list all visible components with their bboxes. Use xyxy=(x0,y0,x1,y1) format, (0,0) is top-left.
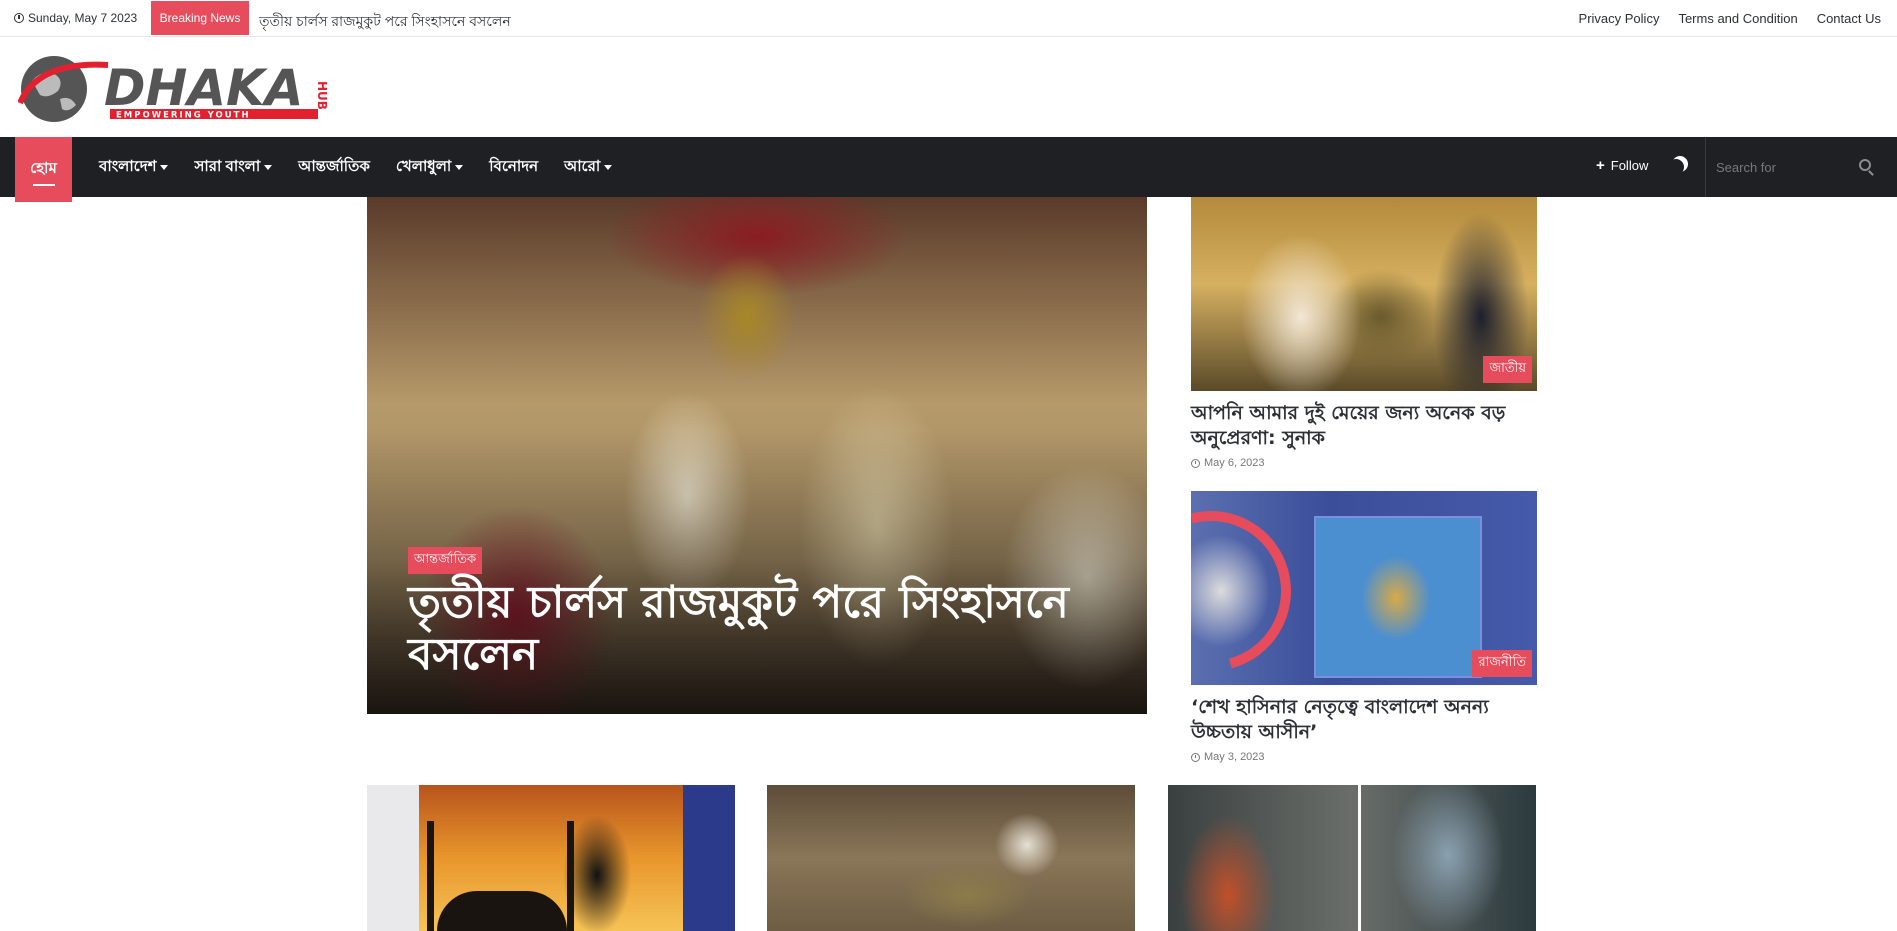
side-article[interactable]: জাতীয় আপনি আমার দুই মেয়ের জন্য অনেক বড… xyxy=(1191,197,1537,469)
category-badge[interactable]: রাজনীতি xyxy=(1472,650,1532,677)
top-links: Privacy Policy Terms and Condition Conta… xyxy=(1579,11,1881,26)
nav-item-label: আন্তর্জাতিক xyxy=(298,157,370,175)
article-date: May 6, 2023 xyxy=(1204,457,1265,469)
contact-us-link[interactable]: Contact Us xyxy=(1817,11,1881,26)
nav-item-home[interactable]: হোম xyxy=(15,137,72,202)
photo-frame xyxy=(1314,516,1482,678)
nav-item-label: সারা বাংলা xyxy=(194,157,261,175)
nav-item-label: খেলাধুলা xyxy=(395,157,452,175)
follow-button[interactable]: + Follow xyxy=(1596,157,1648,174)
hero-category-badge[interactable]: আন্তর্জাতিক xyxy=(408,547,483,574)
chevron-down-icon xyxy=(264,164,273,170)
decorative-arc xyxy=(1191,491,1321,685)
main-navigation: হোম বাংলাদেশ সারা বাংলা আন্তর্জাতিক খেলা… xyxy=(0,137,1897,202)
chevron-down-icon xyxy=(160,164,169,170)
article-image[interactable]: জাতীয় xyxy=(1191,197,1537,391)
terms-link[interactable]: Terms and Condition xyxy=(1678,11,1797,26)
featured-article[interactable]: আন্তর্জাতিক তৃতীয় চার্লস রাজমুকুট পরে স… xyxy=(367,197,1147,714)
mosque-silhouette xyxy=(437,891,567,931)
plus-icon: + xyxy=(1596,157,1605,174)
top-bar: Sunday, May 7 2023 Breaking News তৃতীয় … xyxy=(0,0,1897,37)
side-article[interactable]: রাজনীতি ‘শেখ হাসিনার নেতৃত্বে বাংলাদেশ অ… xyxy=(1191,491,1537,763)
article-headline[interactable]: আপনি আমার দুই মেয়ের জন্য অনেক বড় অনুপ্… xyxy=(1191,401,1537,451)
nav-item-label: বিনোদন xyxy=(489,157,539,175)
image-divider xyxy=(1358,785,1361,931)
hero-title[interactable]: তৃতীয় চার্লস রাজমুকুট পরে সিংহাসনে বসলে… xyxy=(408,577,1108,681)
privacy-policy-link[interactable]: Privacy Policy xyxy=(1579,11,1660,26)
nav-item-sara-bangla[interactable]: সারা বাংলা xyxy=(181,155,285,180)
nav-item-sports[interactable]: খেলাধুলা xyxy=(383,155,476,180)
minaret-silhouette xyxy=(567,821,574,931)
category-badge[interactable]: জাতীয় xyxy=(1483,356,1532,383)
article-date: May 3, 2023 xyxy=(1204,751,1265,763)
nav-item-international[interactable]: আন্তর্জাতিক xyxy=(285,155,383,180)
article-thumbnail[interactable] xyxy=(367,785,735,931)
search-box xyxy=(1705,137,1885,197)
logo-suffix: HUB xyxy=(315,81,329,110)
nav-item-entertainment[interactable]: বিনোদন xyxy=(476,155,551,180)
current-date-text: Sunday, May 7 2023 xyxy=(28,11,138,25)
article-thumbnail[interactable] xyxy=(1168,785,1536,931)
clock-icon xyxy=(14,13,24,23)
clock-icon xyxy=(1191,752,1200,762)
article-meta: May 3, 2023 xyxy=(1191,751,1537,763)
breaking-news-ticker[interactable]: তৃতীয় চার্লস রাজমুকুট পরে সিংহাসনে বসলে… xyxy=(259,10,511,34)
article-thumbnail[interactable] xyxy=(767,785,1135,931)
minaret-silhouette xyxy=(427,821,434,931)
current-date: Sunday, May 7 2023 xyxy=(14,11,137,25)
nav-menu: বাংলাদেশ সারা বাংলা আন্তর্জাতিক খেলাধুলা… xyxy=(86,137,625,197)
article-headline[interactable]: ‘শেখ হাসিনার নেতৃত্বে বাংলাদেশ অনন্য উচ্… xyxy=(1191,695,1537,745)
logo-tagline: EMPOWERING YOUTH xyxy=(116,111,251,121)
dark-mode-toggle-icon[interactable] xyxy=(1672,156,1688,172)
article-image[interactable]: রাজনীতি xyxy=(1191,491,1537,685)
search-input[interactable] xyxy=(1716,155,1856,179)
chevron-down-icon xyxy=(604,164,613,170)
chevron-down-icon xyxy=(455,164,464,170)
follow-label: Follow xyxy=(1610,158,1649,173)
nav-item-label: বাংলাদেশ xyxy=(99,157,157,175)
active-underline xyxy=(33,184,55,186)
nav-item-more[interactable]: আরো xyxy=(551,155,625,180)
article-meta: May 6, 2023 xyxy=(1191,457,1537,469)
breaking-news-label: Breaking News xyxy=(151,1,249,35)
nav-item-home-label: হোম xyxy=(30,160,57,177)
site-header: DHAKA HUB EMPOWERING YOUTH xyxy=(0,37,1897,137)
thumbnail-side-panel xyxy=(367,785,419,931)
site-logo[interactable]: DHAKA HUB EMPOWERING YOUTH xyxy=(18,51,330,127)
search-icon[interactable] xyxy=(1859,159,1871,171)
clock-icon xyxy=(1191,458,1200,468)
thumbnail-side-panel xyxy=(683,785,735,931)
logo-wordmark: DHAKA xyxy=(104,59,304,117)
nav-item-bangladesh[interactable]: বাংলাদেশ xyxy=(86,155,181,180)
nav-item-label: আরো xyxy=(564,157,601,175)
